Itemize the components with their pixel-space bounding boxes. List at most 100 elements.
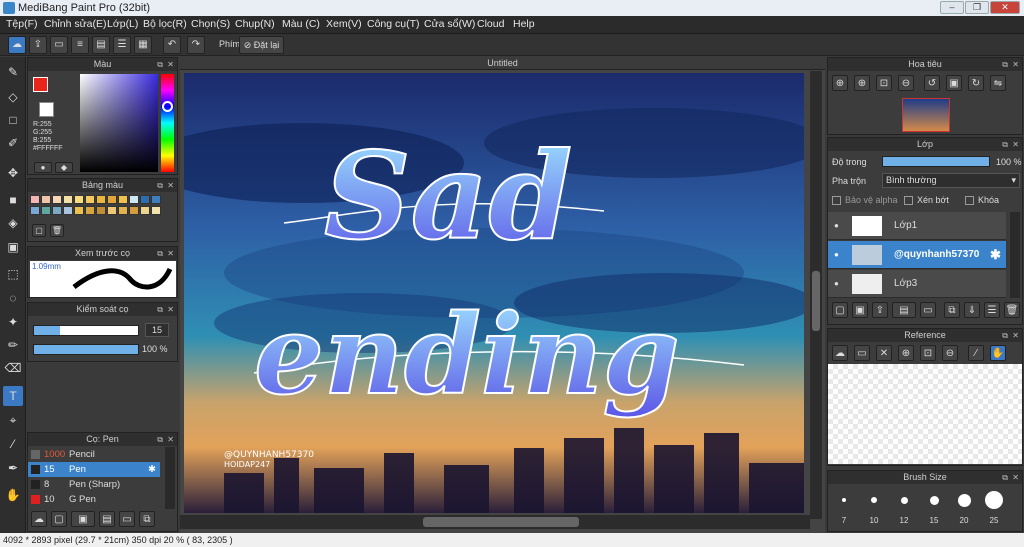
brush-size-slider[interactable] xyxy=(33,325,139,336)
eye-icon[interactable]: ● xyxy=(834,270,839,298)
menu-select[interactable]: Chọn(S) xyxy=(191,18,230,30)
menu-color[interactable]: Màu (C) xyxy=(282,18,320,30)
protect-alpha-checkbox[interactable] xyxy=(832,196,841,205)
eyedropper-icon[interactable]: ⁄ xyxy=(968,345,984,361)
reference-image-area[interactable] xyxy=(828,364,1022,464)
menu-tools[interactable]: Công cụ(T) xyxy=(367,18,420,30)
menu-window[interactable]: Cửa sổ(W) xyxy=(424,18,475,30)
zoom-in-2-icon[interactable]: ⊕ xyxy=(854,75,870,91)
menu-file[interactable]: Tệp(F) xyxy=(6,18,38,30)
brush-size-preset[interactable]: 20 xyxy=(950,486,978,530)
palette-swatch[interactable] xyxy=(96,195,106,204)
message-icon[interactable]: ≡ xyxy=(71,36,89,54)
fit-icon[interactable]: ⊡ xyxy=(920,345,936,361)
menu-help[interactable]: Help xyxy=(513,18,535,30)
operation-tool-icon[interactable]: ⌖ xyxy=(3,410,23,430)
palette-swatch[interactable] xyxy=(85,195,95,204)
secondary-color-swatch[interactable] xyxy=(39,102,54,117)
delete-palette-icon[interactable]: 🗑 xyxy=(50,224,64,237)
canvas-artwork[interactable]: Sad ending @QUYNHANH57370 HOIDAP247 xyxy=(184,73,804,513)
palette-swatch[interactable] xyxy=(129,195,139,204)
list-icon[interactable]: ☰ xyxy=(113,36,131,54)
menu-view[interactable]: Xem(V) xyxy=(326,18,362,30)
eraser-tool-icon[interactable]: ◇ xyxy=(3,87,23,107)
magic-wand-tool-icon[interactable]: ✦ xyxy=(3,312,23,332)
palette-swatch[interactable] xyxy=(85,206,95,215)
hand-icon[interactable]: ✋ xyxy=(990,345,1006,361)
add-layer-icon[interactable]: ▤ xyxy=(892,302,916,318)
primary-color-swatch[interactable] xyxy=(33,77,48,92)
navigator-thumbnail[interactable] xyxy=(902,98,950,132)
grid-icon[interactable]: ▦ xyxy=(134,36,152,54)
minimize-button[interactable]: ‒ xyxy=(940,1,964,14)
rotate-left-icon[interactable]: ↺ xyxy=(924,75,940,91)
text-tool-icon[interactable]: T xyxy=(3,386,23,406)
palette-swatch[interactable] xyxy=(118,206,128,215)
add-brush-icon[interactable]: ▣ xyxy=(71,511,95,527)
palette-swatch[interactable] xyxy=(74,206,84,215)
new-layer-icon[interactable]: ▢ xyxy=(832,302,848,318)
maximize-button[interactable]: ❐ xyxy=(965,1,989,14)
layer-menu-icon[interactable]: ☰ xyxy=(984,302,1000,318)
palette-swatch[interactable] xyxy=(140,206,150,215)
eye-icon[interactable]: ● xyxy=(834,241,839,269)
canvas-vertical-scrollbar[interactable] xyxy=(810,71,822,519)
lock-checkbox[interactable] xyxy=(965,196,974,205)
saturation-picker[interactable] xyxy=(80,74,158,172)
palette-swatch[interactable] xyxy=(63,195,73,204)
palette-swatch[interactable] xyxy=(151,206,161,215)
document-icon[interactable]: ▤ xyxy=(92,36,110,54)
brush-opacity-slider[interactable] xyxy=(33,344,139,355)
palette-swatch[interactable] xyxy=(41,206,51,215)
cloud-brush-icon[interactable]: ☁ xyxy=(31,511,47,527)
brush-tool-icon[interactable]: ✎ xyxy=(3,62,23,82)
menu-filter[interactable]: Bộ lọc(R) xyxy=(143,18,187,30)
palette-swatch[interactable] xyxy=(74,195,84,204)
cloud-icon[interactable]: ☁ xyxy=(8,36,26,54)
bucket-tool-icon[interactable]: ◈ xyxy=(3,213,23,233)
hue-slider[interactable] xyxy=(161,74,174,172)
palette-swatch[interactable] xyxy=(96,206,106,215)
reset-view-icon[interactable]: ▣ xyxy=(946,75,962,91)
clipping-checkbox[interactable] xyxy=(904,196,913,205)
close-button[interactable]: ✕ xyxy=(990,1,1020,14)
cloud-import-icon[interactable]: ☁ xyxy=(832,345,848,361)
palette-swatch[interactable] xyxy=(52,195,62,204)
canvas-tab[interactable]: Untitled xyxy=(180,57,825,70)
menu-layer[interactable]: Lớp(L) xyxy=(107,18,138,30)
brush-size-preset[interactable]: 10 xyxy=(860,486,888,530)
eye-icon[interactable]: ● xyxy=(834,212,839,240)
folder-icon[interactable]: ▭ xyxy=(920,302,936,318)
new-brush-icon[interactable]: ▢ xyxy=(51,511,67,527)
palette-swatch[interactable] xyxy=(107,195,117,204)
color-add-icon[interactable]: ◆ xyxy=(55,162,73,173)
flip-icon[interactable]: ⇋ xyxy=(990,75,1006,91)
layer-item-selected[interactable]: ● @quynhanh57370 ✱ xyxy=(828,241,1006,269)
brush-list-scrollbar[interactable] xyxy=(165,447,175,509)
vertical-scroll-thumb[interactable] xyxy=(812,271,820,331)
hand-tool-icon[interactable]: ✋ xyxy=(3,485,23,505)
hue-handle[interactable] xyxy=(162,101,173,112)
dropper-tool-icon[interactable]: ⁄ xyxy=(3,434,23,454)
color-swap-icon[interactable]: ● xyxy=(34,162,52,173)
zoom-in-icon[interactable]: ⊕ xyxy=(832,75,848,91)
merge-layer-icon[interactable]: ⇓ xyxy=(964,302,980,318)
menu-snap[interactable]: Chụp(N) xyxy=(235,18,275,30)
layer-list-scrollbar[interactable] xyxy=(1010,212,1020,298)
zoom-out-icon[interactable]: ⊖ xyxy=(942,345,958,361)
brush-folder-icon[interactable]: ▭ xyxy=(119,511,135,527)
brush-size-preset[interactable]: 12 xyxy=(890,486,918,530)
delete-layer-icon[interactable]: 🗑 xyxy=(1004,302,1020,318)
zoom-out-icon[interactable]: ⊖ xyxy=(898,75,914,91)
share-icon[interactable]: ⇪ xyxy=(29,36,47,54)
gradient-tool-icon[interactable]: ▣ xyxy=(3,237,23,257)
select-pen-tool-icon[interactable]: ✏ xyxy=(3,335,23,355)
palette-swatch[interactable] xyxy=(118,195,128,204)
brush-size-input[interactable]: 15 xyxy=(145,323,169,337)
duplicate-brush-icon[interactable]: ⧉ xyxy=(139,511,155,527)
palette-swatch[interactable] xyxy=(140,195,150,204)
select-eraser-tool-icon[interactable]: ⌫ xyxy=(3,358,23,378)
palette-swatch[interactable] xyxy=(63,206,73,215)
brush-item-pen-sharp[interactable]: 8 Pen (Sharp) xyxy=(28,477,160,492)
brush-item-pencil[interactable]: 1000 Pencil xyxy=(28,447,160,462)
